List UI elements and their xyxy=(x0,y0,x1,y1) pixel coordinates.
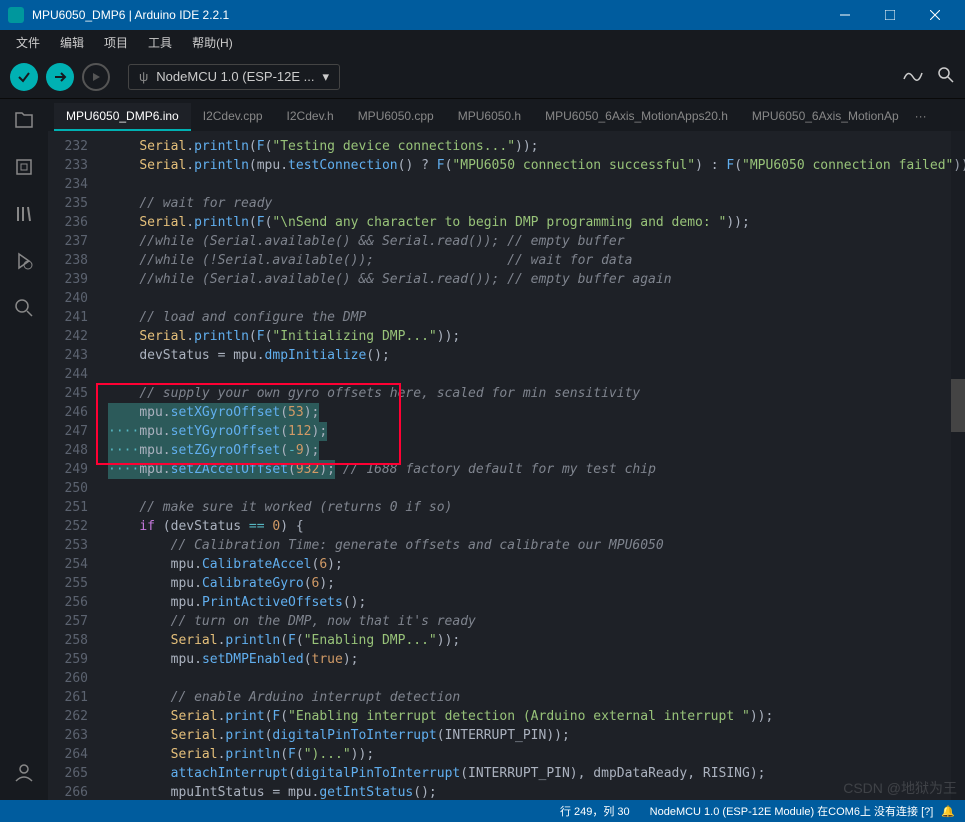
board-label: NodeMCU 1.0 (ESP-12E ... xyxy=(156,69,314,84)
tabs-overflow[interactable]: ··· xyxy=(911,103,931,131)
window-title: MPU6050_DMP6 | Arduino IDE 2.2.1 xyxy=(32,8,822,22)
board-status[interactable]: NodeMCU 1.0 (ESP-12E Module) 在COM6上 没有连接… xyxy=(650,803,934,819)
titlebar: MPU6050_DMP6 | Arduino IDE 2.2.1 xyxy=(0,0,965,30)
search-icon[interactable] xyxy=(13,297,35,322)
tab-mpu6050-cpp[interactable]: MPU6050.cpp xyxy=(346,103,446,131)
tab-mpu6050-h[interactable]: MPU6050.h xyxy=(446,103,533,131)
menu-help[interactable]: 帮助(H) xyxy=(184,32,241,53)
sketchbook-icon[interactable] xyxy=(13,109,35,134)
menu-sketch[interactable]: 项目 xyxy=(96,32,136,53)
code-lines[interactable]: Serial.println(F("Testing device connect… xyxy=(96,131,965,800)
activity-bar xyxy=(0,99,48,800)
editor-tabs: MPU6050_DMP6.ino I2Cdev.cpp I2Cdev.h MPU… xyxy=(48,99,965,131)
debug-panel-icon[interactable] xyxy=(13,250,35,275)
chevron-down-icon: ▾ xyxy=(323,69,330,85)
tab-i2cdev-cpp[interactable]: I2Cdev.cpp xyxy=(191,103,275,131)
tab-motionapps-partial[interactable]: MPU6050_6Axis_MotionAp xyxy=(740,103,911,131)
menu-tools[interactable]: 工具 xyxy=(140,32,180,53)
close-button[interactable] xyxy=(912,0,957,30)
scrollbar-thumb[interactable] xyxy=(951,379,965,433)
serial-plotter-icon[interactable] xyxy=(903,67,923,86)
usb-icon: ψ xyxy=(139,69,148,84)
cursor-position: 行 249，列 30 xyxy=(560,803,630,819)
menu-file[interactable]: 文件 xyxy=(8,32,48,53)
tab-i2cdev-h[interactable]: I2Cdev.h xyxy=(275,103,346,131)
library-manager-icon[interactable] xyxy=(13,203,35,228)
tab-motionapps20[interactable]: MPU6050_6Axis_MotionApps20.h xyxy=(533,103,740,131)
arduino-logo-icon xyxy=(8,7,24,23)
line-numbers: 2322332342352362372382392402412422432442… xyxy=(48,131,96,800)
upload-button[interactable] xyxy=(46,63,74,91)
menu-edit[interactable]: 编辑 xyxy=(52,32,92,53)
code-editor[interactable]: 2322332342352362372382392402412422432442… xyxy=(48,131,965,800)
status-bar: 行 249，列 30 NodeMCU 1.0 (ESP-12E Module) … xyxy=(0,800,965,822)
serial-monitor-icon[interactable] xyxy=(937,66,955,87)
toolbar: ψ NodeMCU 1.0 (ESP-12E ... ▾ xyxy=(0,55,965,99)
maximize-button[interactable] xyxy=(867,0,912,30)
menubar: 文件 编辑 项目 工具 帮助(H) xyxy=(0,30,965,55)
boards-manager-icon[interactable] xyxy=(13,156,35,181)
notifications-icon[interactable]: 🔔 xyxy=(941,805,955,818)
debug-button[interactable] xyxy=(82,63,110,91)
board-selector[interactable]: ψ NodeMCU 1.0 (ESP-12E ... ▾ xyxy=(128,64,340,90)
vertical-scrollbar[interactable] xyxy=(951,131,965,800)
tab-main-ino[interactable]: MPU6050_DMP6.ino xyxy=(54,103,191,131)
verify-button[interactable] xyxy=(10,63,38,91)
minimize-button[interactable] xyxy=(822,0,867,30)
account-icon[interactable] xyxy=(13,761,35,786)
